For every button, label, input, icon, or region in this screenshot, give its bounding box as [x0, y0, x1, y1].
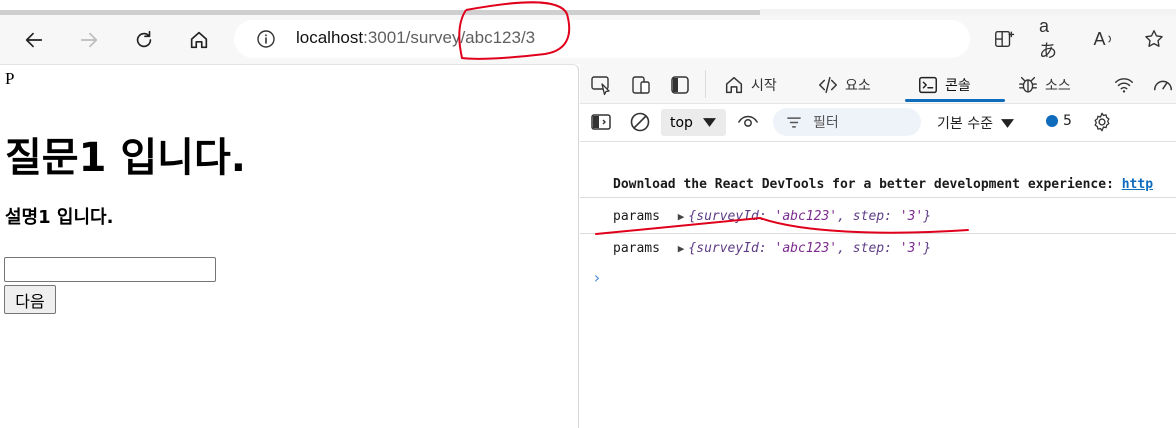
tab-start-label: 시작 [751, 78, 777, 94]
url-host: localhost [296, 28, 364, 47]
filter-icon [787, 116, 801, 128]
info-icon[interactable] [256, 29, 276, 49]
page-viewport: P 질문1 입니다. 설명1 입니다. 다음 [0, 64, 579, 428]
message-bubble-icon [1046, 115, 1058, 127]
question-description: 설명1 입니다. [5, 207, 114, 228]
log-object-close: } [923, 209, 932, 224]
dock-side-icon[interactable] [669, 74, 691, 96]
read-aloud-icon[interactable]: A [1091, 26, 1117, 52]
console-output: Download the React DevTools for a better… [580, 142, 1176, 428]
context-selector[interactable]: top [661, 109, 726, 136]
react-devtools-text: Download the React DevTools for a better… [613, 177, 1122, 192]
issues-count: 5 [1063, 113, 1072, 129]
log-survey-id: 'abc123' [774, 241, 838, 256]
performance-gauge-icon[interactable] [1152, 74, 1174, 96]
expand-triangle-icon[interactable]: ▶ [678, 210, 685, 223]
code-icon [817, 74, 839, 96]
bug-icon [1017, 74, 1039, 96]
tab-sources[interactable]: 소스 [1017, 72, 1071, 98]
devtools-tab-bar: 시작 요소 콘솔 소스 [580, 64, 1176, 104]
log-object-close: } [923, 241, 932, 256]
split-screen-icon[interactable] [991, 26, 1017, 52]
console-log-entry: params ▶ {surveyId: 'abc123', step: '3'} [580, 238, 1176, 264]
log-step: '3' [899, 209, 924, 224]
devtools-panel: 시작 요소 콘솔 소스 top 필터 기본 수준 5 Download the … [580, 64, 1176, 428]
console-toolbar: top 필터 기본 수준 5 [580, 104, 1176, 142]
tab-sources-label: 소스 [1045, 78, 1071, 94]
live-expression-eye-icon[interactable] [737, 111, 759, 133]
back-icon[interactable] [18, 24, 50, 56]
inspect-element-icon[interactable] [590, 74, 612, 96]
console-icon [917, 74, 939, 96]
favorite-star-icon[interactable] [1141, 26, 1167, 52]
log-survey-id: 'abc123' [774, 209, 838, 224]
filter-placeholder: 필터 [813, 115, 839, 131]
console-message: Download the React DevTools for a better… [580, 174, 1176, 198]
page-p-text: P [5, 69, 15, 88]
log-label: params [613, 209, 660, 224]
console-prompt-chevron-icon[interactable]: › [592, 268, 602, 287]
tab-console-label: 콘솔 [945, 78, 971, 94]
refresh-icon[interactable] [128, 24, 160, 56]
chevron-down-icon [702, 118, 716, 127]
answer-input[interactable] [4, 257, 216, 282]
tab-elements[interactable]: 요소 [817, 72, 871, 98]
next-button[interactable]: 다음 [4, 285, 56, 314]
device-emulation-icon[interactable] [630, 74, 652, 96]
console-message-text: Download the React DevTools for a better… [613, 177, 1153, 192]
issues-badge[interactable]: 5 [1046, 113, 1072, 129]
log-object-open: {surveyId: [688, 241, 775, 256]
tab-strip [0, 0, 1176, 16]
sidebar-toggle-icon[interactable] [590, 111, 612, 133]
console-log-text: params ▶ {surveyId: 'abc123', step: '3'} [613, 241, 931, 256]
active-tab-indicator [905, 99, 1005, 102]
gear-icon[interactable] [1091, 111, 1113, 133]
tab-console[interactable]: 콘솔 [917, 72, 971, 98]
console-log-text: params ▶ {surveyId: 'abc123', step: '3'} [613, 209, 931, 224]
chevron-down-icon [1000, 118, 1014, 128]
react-devtools-link[interactable]: http [1122, 177, 1153, 192]
log-object[interactable]: ▶ {surveyId: 'abc123', step: '3'} [678, 209, 931, 224]
home-icon[interactable] [183, 24, 215, 56]
log-object[interactable]: ▶ {surveyId: 'abc123', step: '3'} [678, 241, 931, 256]
browser-toolbar: localhost:3001/survey/abc123/3 aあ A [0, 15, 1176, 64]
log-level-value: 기본 수준 [937, 116, 993, 132]
tab-separator [705, 70, 706, 98]
clear-console-icon[interactable] [629, 111, 651, 133]
tab-start[interactable]: 시작 [723, 72, 777, 98]
network-wifi-icon[interactable] [1113, 74, 1135, 96]
read-aloud-glyph: A [1093, 28, 1106, 49]
translate-icon[interactable]: aあ [1039, 16, 1065, 61]
home-icon [723, 74, 745, 96]
context-selector-value: top [670, 114, 693, 131]
log-label: params [613, 241, 660, 256]
tab-elements-label: 요소 [845, 78, 871, 94]
log-step: '3' [899, 241, 924, 256]
log-mid: , step: [837, 209, 900, 224]
console-log-entry: params ▶ {surveyId: 'abc123', step: '3'} [580, 206, 1176, 234]
filter-input[interactable]: 필터 [773, 108, 921, 136]
forward-icon[interactable] [73, 24, 105, 56]
url-path: :3001/survey/abc123/3 [363, 28, 536, 47]
log-level-dropdown[interactable]: 기본 수준 [937, 113, 1014, 133]
expand-triangle-icon[interactable]: ▶ [678, 242, 685, 255]
log-object-open: {surveyId: [688, 209, 775, 224]
question-heading: 질문1 입니다. [5, 135, 246, 181]
log-mid: , step: [837, 241, 900, 256]
url-text[interactable]: localhost:3001/survey/abc123/3 [296, 28, 535, 48]
address-bar[interactable]: localhost:3001/survey/abc123/3 [234, 20, 970, 58]
